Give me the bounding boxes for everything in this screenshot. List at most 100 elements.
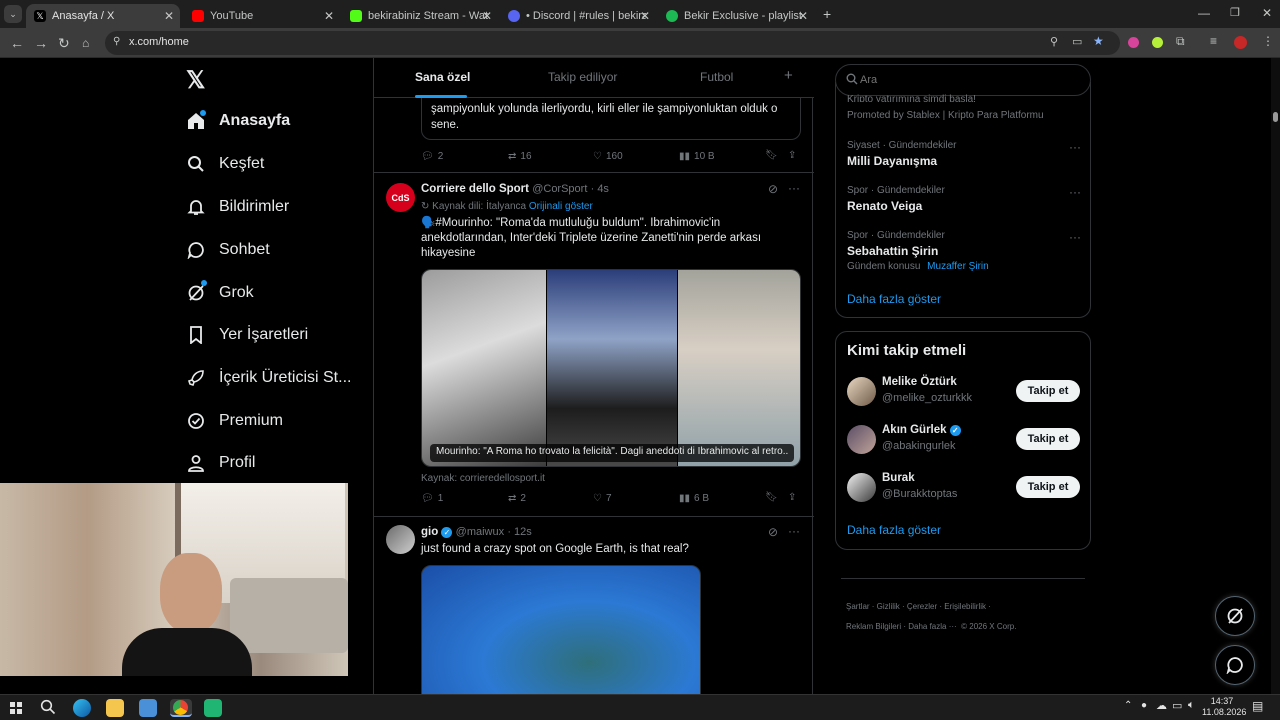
post-image[interactable]: Mourinho: "A Roma ho trovato la felicità… bbox=[421, 269, 801, 467]
grok-icon[interactable]: ⊘ bbox=[768, 525, 778, 539]
cloud-icon[interactable]: ☁ bbox=[1156, 699, 1167, 712]
author-handle[interactable]: @CorSport bbox=[532, 183, 587, 195]
reply-button[interactable]: 💬︎ 1 bbox=[421, 493, 443, 504]
follow-button[interactable]: Takip et bbox=[1016, 428, 1080, 450]
tab-football[interactable]: Futbol bbox=[700, 70, 733, 84]
address-bar[interactable]: ⚲ x.com/home ⚲ ▭ ★ bbox=[105, 31, 1120, 55]
share-button[interactable]: ⇪ bbox=[788, 150, 796, 161]
volume-icon[interactable]: 🔈︎ bbox=[1188, 699, 1195, 712]
like-button[interactable]: ♡ 160 bbox=[593, 151, 623, 162]
home-browser-icon[interactable]: ⌂ bbox=[82, 36, 89, 50]
tab-youtube[interactable]: YouTube ✕ bbox=[184, 4, 340, 28]
footer-link-cookies[interactable]: Çerezler bbox=[907, 602, 937, 611]
sidebar-item-home[interactable]: Anasayfa bbox=[185, 110, 290, 132]
app-green-icon[interactable] bbox=[204, 699, 222, 717]
start-button[interactable] bbox=[10, 702, 22, 714]
post-corriere[interactable]: CdS Corriere dello Sport @CorSport · 4s … bbox=[374, 173, 814, 516]
follow-suggestion[interactable]: Akın Gürlek ✓ @abakingurlek Takip et bbox=[836, 424, 1092, 464]
views-button[interactable]: ▮▮ 10 B bbox=[679, 151, 715, 162]
display-icon[interactable]: ▭ bbox=[1172, 699, 1182, 712]
tab-following[interactable]: Takip ediliyor bbox=[548, 70, 617, 84]
share-button[interactable]: ⇪ bbox=[788, 492, 796, 503]
post-image[interactable] bbox=[421, 565, 701, 694]
sidebar-item-premium[interactable]: Premium bbox=[185, 410, 283, 432]
scrollbar-thumb[interactable] bbox=[1273, 112, 1278, 122]
more-icon[interactable]: ··· bbox=[788, 181, 800, 195]
post-time[interactable]: · 12s bbox=[507, 526, 531, 538]
promoted-headline[interactable]: Kripto yatırımına şimdi başla! bbox=[847, 94, 976, 102]
avatar[interactable]: CdS bbox=[386, 183, 415, 212]
avatar[interactable] bbox=[847, 473, 876, 502]
reply-button[interactable]: 💬︎ 2 bbox=[421, 151, 443, 162]
follow-suggestion[interactable]: Melike Öztürk @melike_ozturkkk Takip et bbox=[836, 376, 1092, 416]
restore-button[interactable]: ❐ bbox=[1230, 6, 1240, 19]
close-tab-icon[interactable]: ✕ bbox=[640, 9, 650, 23]
tray-overflow-icon[interactable]: ⌃ bbox=[1124, 700, 1132, 711]
bookmark-star-icon[interactable]: ★ bbox=[1093, 34, 1104, 48]
reading-list-icon[interactable]: ≡ bbox=[1210, 34, 1217, 48]
trend-item[interactable]: Siyaset · Gündemdekiler Milli Dayanışma … bbox=[847, 140, 1081, 168]
sidebar-item-explore[interactable]: Keşfet bbox=[185, 153, 264, 175]
tab-search-button[interactable]: ⌄ bbox=[4, 5, 22, 23]
follow-suggestion[interactable]: Burak @Burakktoptas Takip et bbox=[836, 472, 1092, 512]
close-tab-icon[interactable]: ✕ bbox=[798, 9, 808, 23]
author-name[interactable]: Corriere dello Sport bbox=[421, 183, 529, 195]
trend-item[interactable]: Spor · Gündemdekiler Renato Veiga ··· bbox=[847, 185, 1081, 213]
show-more-follow[interactable]: Daha fazla göster bbox=[847, 523, 941, 537]
grok-icon[interactable]: ⊘ bbox=[768, 182, 778, 196]
site-info-icon[interactable]: ⚲ bbox=[113, 36, 120, 47]
repost-button[interactable]: ⇄ 16 bbox=[508, 151, 532, 162]
notification-center-icon[interactable]: ▤ bbox=[1252, 699, 1263, 713]
footer-link-accessibility[interactable]: Erişilebilirlik bbox=[944, 602, 986, 611]
footer-link-ads-info[interactable]: Reklam Bilgileri bbox=[846, 622, 901, 631]
trend-item[interactable]: Spor · Gündemdekiler Sebahattin Şirin Gü… bbox=[847, 230, 1081, 272]
more-icon[interactable]: ··· bbox=[1069, 230, 1081, 244]
extension-icon[interactable] bbox=[1152, 37, 1163, 48]
repost-button[interactable]: ⇄ 2 bbox=[508, 493, 526, 504]
edge-icon[interactable] bbox=[73, 699, 91, 717]
sidebar-item-chat[interactable]: Sohbet bbox=[185, 239, 270, 261]
footer-link-terms[interactable]: Şartlar bbox=[846, 602, 870, 611]
avatar[interactable] bbox=[847, 425, 876, 454]
app-icon[interactable] bbox=[139, 699, 157, 717]
tab-for-you[interactable]: Sana özel bbox=[415, 70, 470, 84]
footer-link-more[interactable]: Daha fazla ··· bbox=[908, 622, 956, 631]
tab-x-home[interactable]: 𝕏 Anasayfa / X ✕ bbox=[26, 4, 180, 28]
chrome-icon[interactable] bbox=[170, 699, 192, 717]
microphone-icon[interactable]: ● bbox=[1141, 700, 1147, 711]
extensions-puzzle-icon[interactable]: ⧉ bbox=[1176, 34, 1185, 49]
sidebar-item-grok[interactable]: Grok bbox=[185, 280, 254, 304]
clock[interactable]: 14:37 11.08.2026 bbox=[1202, 696, 1246, 718]
profile-avatar-icon[interactable] bbox=[1234, 36, 1247, 49]
close-tab-icon[interactable]: ✕ bbox=[482, 9, 492, 23]
show-original-link[interactable]: Orijinali göster bbox=[529, 201, 593, 212]
tab-spotify[interactable]: Bekir Exclusive - playlist by Bek ✕ bbox=[658, 4, 814, 28]
link-source[interactable]: Kaynak: corrieredellosport.it bbox=[421, 473, 545, 484]
sidebar-item-notifications[interactable]: Bildirimler bbox=[185, 196, 289, 218]
tab-discord[interactable]: • Discord | #rules | bekirabiniz ✕ bbox=[500, 4, 656, 28]
install-app-icon[interactable]: ▭ bbox=[1072, 35, 1082, 48]
bookmark-post-button[interactable]: 🔖︎ bbox=[765, 492, 778, 503]
back-icon[interactable]: ← bbox=[10, 35, 24, 51]
x-logo-icon[interactable]: 𝕏 bbox=[186, 66, 205, 95]
forward-icon[interactable]: → bbox=[34, 35, 48, 51]
close-window-button[interactable]: ✕ bbox=[1262, 6, 1272, 20]
menu-kebab-icon[interactable]: ⋮ bbox=[1262, 34, 1274, 48]
file-explorer-icon[interactable] bbox=[106, 699, 124, 717]
new-tab-button[interactable]: + bbox=[823, 6, 831, 22]
avatar[interactable] bbox=[386, 525, 415, 554]
sidebar-item-profile[interactable]: Profil bbox=[185, 452, 255, 474]
like-button[interactable]: ♡ 7 bbox=[593, 493, 612, 504]
bookmark-post-button[interactable]: 🔖︎ bbox=[765, 150, 778, 161]
post-gio[interactable]: gio ✓ @maiwux · 12s ⊘ ··· just found a c… bbox=[374, 517, 814, 694]
search-icon[interactable] bbox=[40, 699, 56, 720]
more-icon[interactable]: ··· bbox=[1069, 140, 1081, 154]
close-tab-icon[interactable]: ✕ bbox=[324, 9, 334, 23]
extension-icon[interactable] bbox=[1128, 37, 1139, 48]
post-time[interactable]: · 4s bbox=[591, 183, 609, 195]
footer-link-privacy[interactable]: Gizlilik bbox=[877, 602, 900, 611]
close-tab-icon[interactable]: ✕ bbox=[164, 9, 174, 23]
zoom-icon[interactable]: ⚲ bbox=[1050, 35, 1058, 48]
show-more-trends[interactable]: Daha fazla göster bbox=[847, 292, 941, 306]
more-icon[interactable]: ··· bbox=[788, 524, 800, 538]
